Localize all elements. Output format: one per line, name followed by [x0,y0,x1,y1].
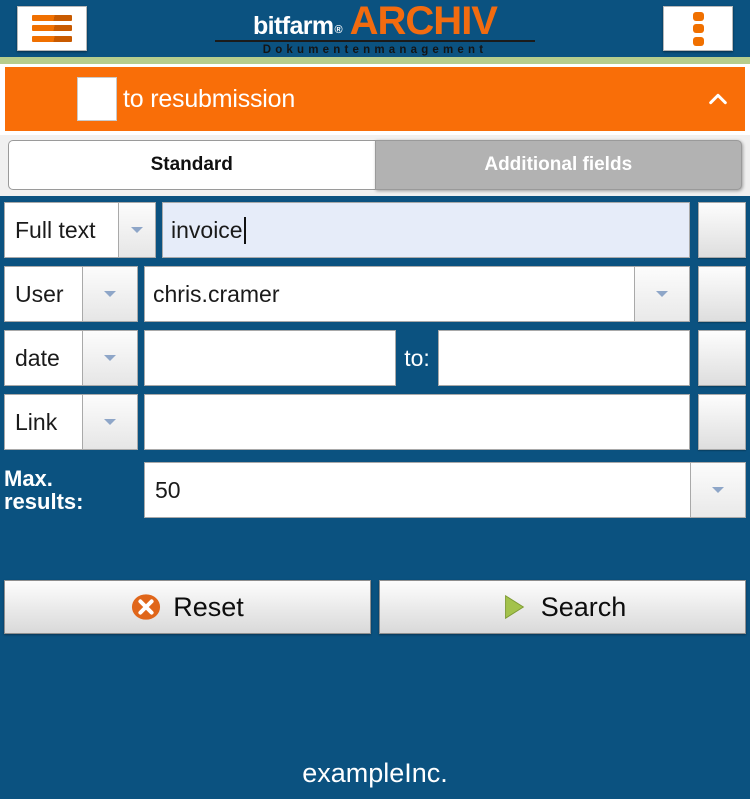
form-row-max-results: Max. results: 50 [0,458,750,522]
date-from-input[interactable] [144,330,397,386]
chevron-down-icon [104,355,116,361]
link-extra-button[interactable] [698,394,746,450]
resubmission-checkbox[interactable] [77,77,117,121]
form-row-fulltext: Full text invoice [0,202,750,258]
kebab-menu-icon [692,11,704,46]
tab-additional-fields[interactable]: Additional fields [374,140,742,190]
user-field-selector-label[interactable]: User [4,266,82,322]
play-triangle-icon [504,594,524,620]
resubmission-section: to resubmission [0,64,750,135]
search-button[interactable]: Search [379,580,746,634]
max-results-label-line1: Max. [4,465,53,491]
reset-circle-x-icon [132,594,161,620]
action-bar: Reset Search [0,580,750,634]
max-results-input[interactable]: 50 [144,462,690,518]
user-input[interactable]: chris.cramer [144,266,634,322]
fulltext-input-value: invoice [171,216,243,243]
reset-button[interactable]: Reset [4,580,371,634]
fulltext-input[interactable]: invoice [162,202,690,258]
max-results-value: 50 [155,476,181,503]
resubmission-bar[interactable]: to resubmission [5,67,745,131]
chevron-down-icon [104,419,116,425]
logo-subtitle: Dokumentenmanagement [262,44,488,56]
date-to-input[interactable] [437,330,691,386]
date-field-selector-dropdown[interactable] [82,330,138,386]
user-extra-button[interactable] [698,266,746,322]
hamburger-icon [32,14,72,42]
date-field-selector-label[interactable]: date [4,330,82,386]
user-value-dropdown[interactable] [634,266,690,322]
tab-additional-fields-label: Additional fields [484,154,633,175]
fulltext-field-selector-label[interactable]: Full text [4,202,118,258]
app-header: bitfarm ® ARCHIV Dokumentenmanagement [0,0,750,57]
fulltext-extra-button[interactable] [698,202,746,258]
link-field-selector-label[interactable]: Link [4,394,82,450]
form-row-user: User chris.cramer [0,266,750,322]
accent-strip [0,57,750,64]
logo-registered-mark: ® [334,24,343,36]
chevron-down-icon [104,291,116,297]
tab-standard-label: Standard [150,154,233,175]
max-results-dropdown[interactable] [690,462,746,518]
company-name: exampleInc. [302,757,448,788]
tab-bar: Standard Additional fields [0,135,750,196]
footer-bar: exampleInc. [0,745,750,799]
chevron-up-icon[interactable] [707,88,729,110]
fulltext-field-selector-dropdown[interactable] [118,202,156,258]
logo-divider [215,40,535,42]
reset-button-label: Reset [173,591,244,622]
logo-brand-text: bitfarm [253,12,334,40]
user-field-selector-dropdown[interactable] [82,266,138,322]
chevron-down-icon [656,291,668,297]
chevron-down-icon [131,227,143,233]
hamburger-menu-button[interactable] [17,5,87,51]
app-logo: bitfarm ® ARCHIV Dokumentenmanagement [0,0,750,56]
max-results-label-line2: results: [4,489,84,514]
overflow-menu-button[interactable] [663,6,733,51]
user-input-value: chris.cramer [153,280,280,307]
date-to-label: to: [404,344,430,371]
logo-wordmark: bitfarm ® ARCHIV [253,0,498,43]
app-root: bitfarm ® ARCHIV Dokumentenmanagement to… [0,0,750,799]
logo-product-text: ARCHIV [349,0,498,43]
chevron-down-icon [712,487,724,493]
date-extra-button[interactable] [698,330,747,386]
link-field-selector-dropdown[interactable] [82,394,138,450]
text-cursor [243,216,246,244]
resubmission-label: to resubmission [123,84,296,113]
tab-standard[interactable]: Standard [8,140,375,190]
form-row-link: Link [0,394,750,450]
search-button-label: Search [540,591,627,622]
form-row-date: date to: [0,330,750,386]
search-form: Full text invoice User chris.cramer date… [0,196,750,745]
link-input[interactable] [144,394,690,450]
max-results-label: Max. results: [4,467,144,513]
